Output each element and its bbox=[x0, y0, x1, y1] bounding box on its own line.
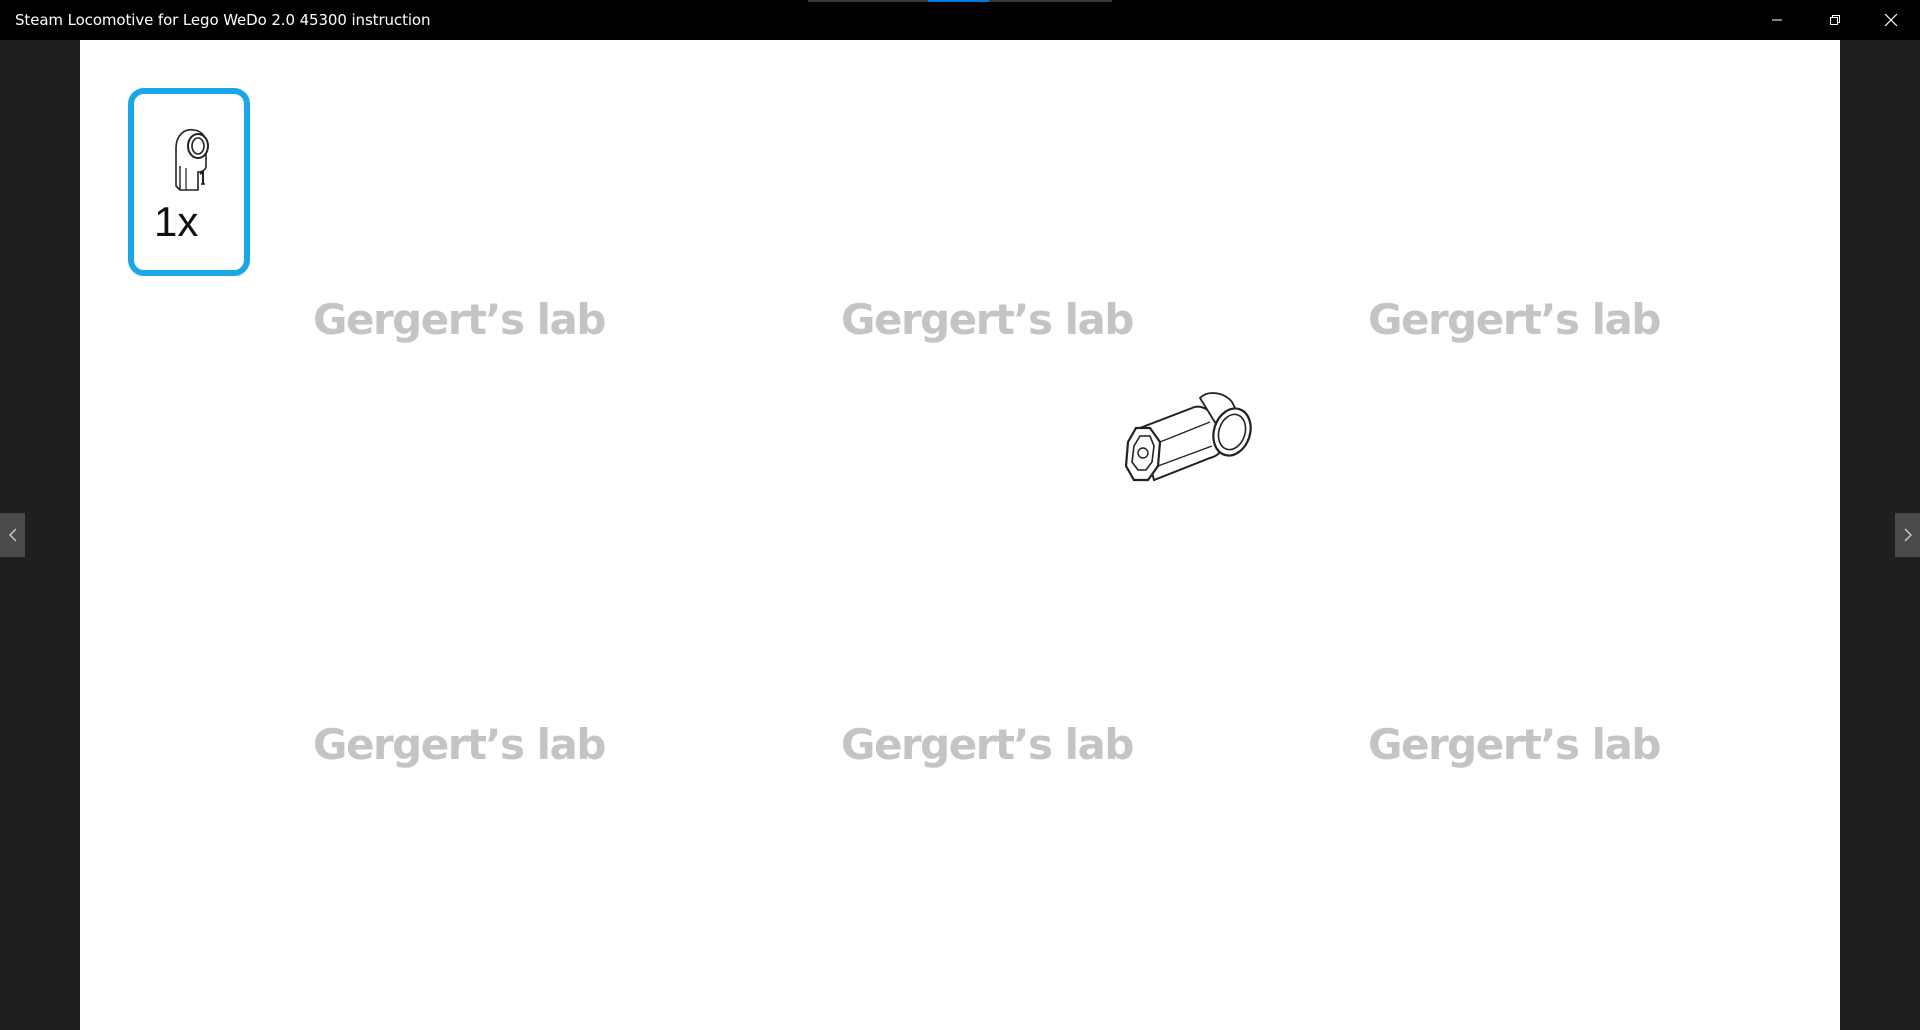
window-title: Steam Locomotive for Lego WeDo 2.0 45300… bbox=[15, 11, 431, 29]
loading-progress-bar bbox=[808, 0, 1112, 2]
instruction-page: 1x Gergert’s lab Gergert’s lab Gergert’s… bbox=[80, 40, 1840, 1030]
parts-callout: 1x bbox=[128, 88, 250, 276]
watermark-text: Gergert’s lab bbox=[313, 720, 606, 769]
axle-pin-connector-icon bbox=[175, 128, 209, 191]
watermark-text: Gergert’s lab bbox=[841, 720, 1134, 769]
restore-button[interactable] bbox=[1806, 0, 1864, 40]
chevron-right-icon bbox=[1904, 528, 1912, 542]
chevron-left-icon bbox=[8, 528, 16, 542]
parts-count: 1x bbox=[154, 198, 199, 245]
restore-icon bbox=[1830, 15, 1840, 25]
watermark-text: Gergert’s lab bbox=[1368, 295, 1661, 344]
previous-page-button[interactable] bbox=[0, 513, 25, 557]
loading-progress-fill bbox=[928, 0, 989, 2]
close-button[interactable] bbox=[1862, 0, 1920, 40]
close-icon bbox=[1884, 13, 1898, 27]
minimize-icon bbox=[1772, 19, 1782, 21]
next-page-button[interactable] bbox=[1895, 513, 1920, 557]
watermark-text: Gergert’s lab bbox=[313, 295, 606, 344]
axle-pin-connector-icon bbox=[1124, 392, 1252, 482]
watermark-text: Gergert’s lab bbox=[1368, 720, 1661, 769]
title-bar[interactable]: Steam Locomotive for Lego WeDo 2.0 45300… bbox=[0, 0, 1920, 40]
watermark-text: Gergert’s lab bbox=[841, 295, 1134, 344]
app-window: Steam Locomotive for Lego WeDo 2.0 45300… bbox=[0, 0, 1920, 1030]
minimize-button[interactable] bbox=[1748, 0, 1806, 40]
